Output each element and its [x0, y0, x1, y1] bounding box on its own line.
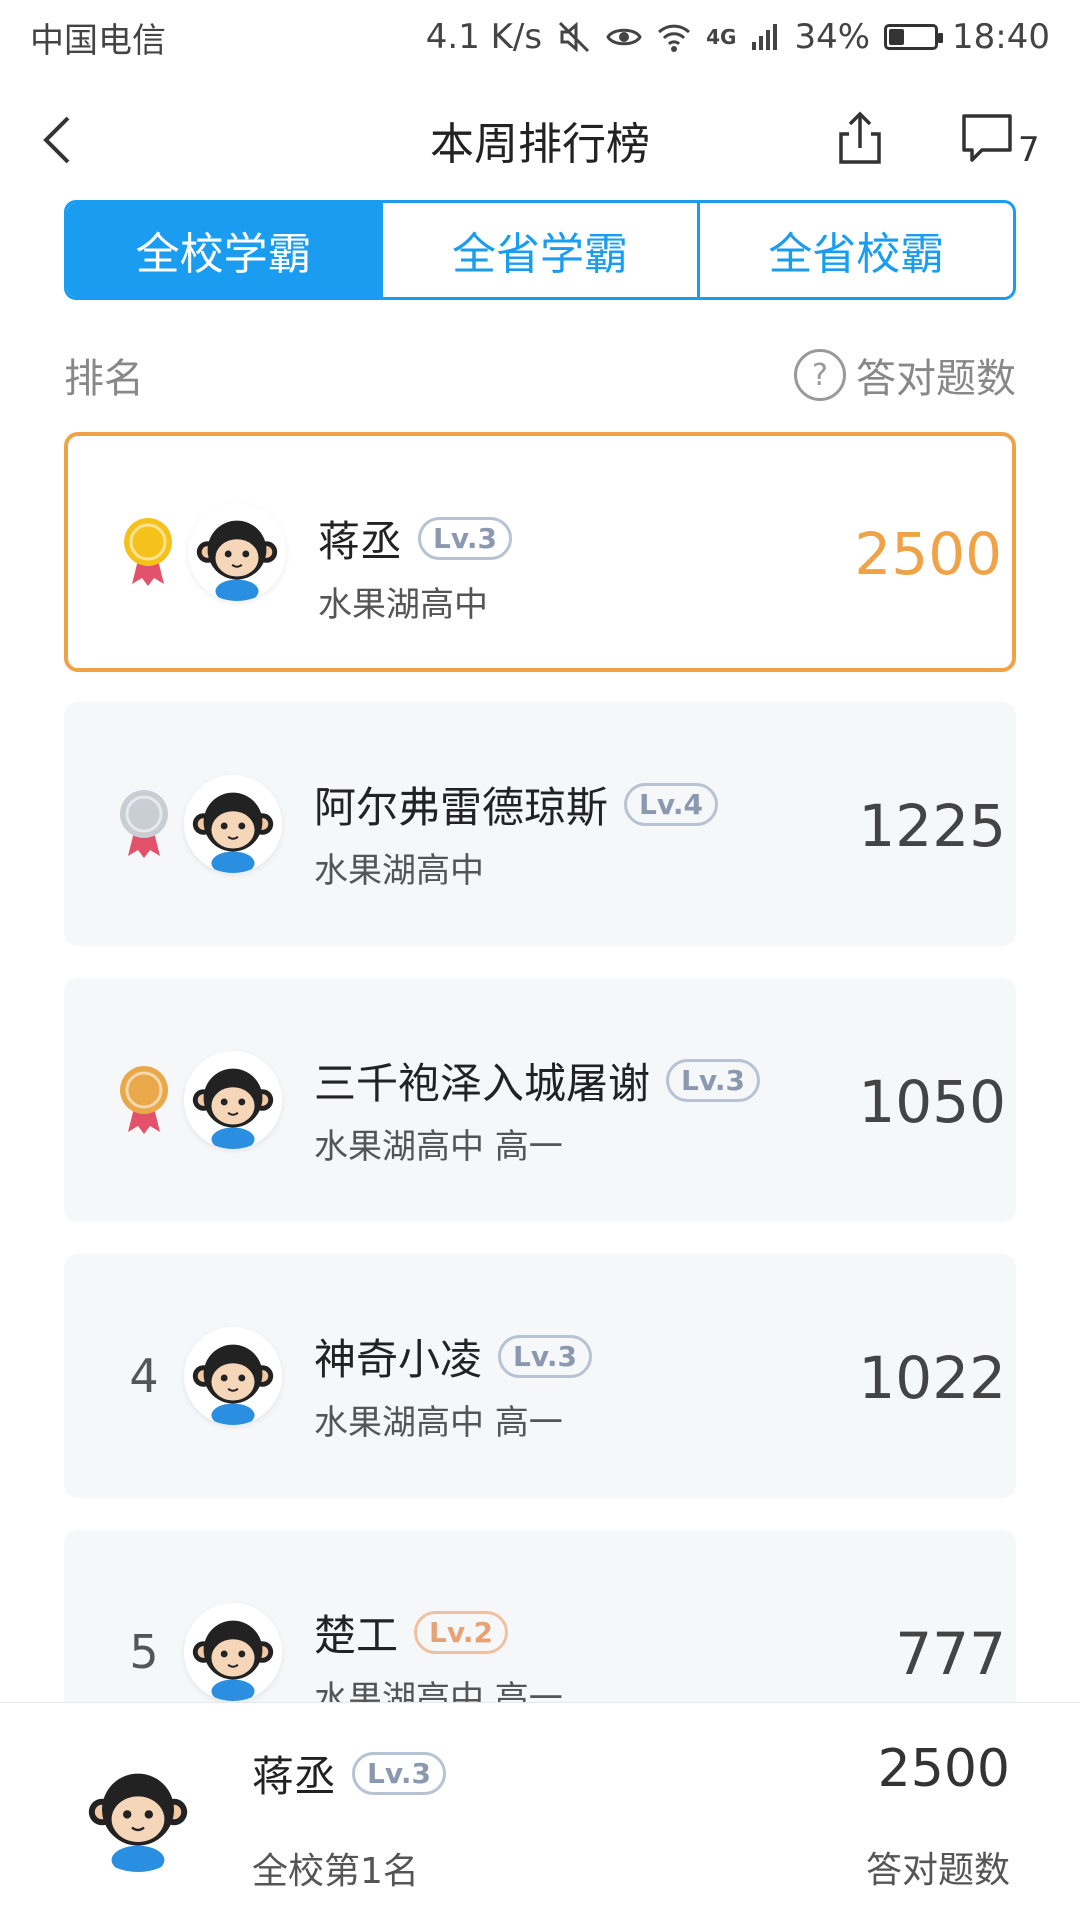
user-score: 1022 — [858, 1344, 1006, 1412]
user-info: 蒋丞 Lv.3 水果湖高中 — [318, 508, 512, 626]
user-name[interactable]: 蒋丞 — [318, 508, 402, 569]
level-badge: Lv.3 — [418, 517, 512, 560]
nav-bar: 本周排行榜 7 — [0, 74, 1080, 200]
level-badge: Lv.2 — [414, 1611, 508, 1654]
score-column-label: 答对题数 — [856, 356, 1016, 402]
user-avatar[interactable] — [188, 503, 286, 601]
tab-province-school[interactable]: 全省校霸 — [696, 203, 1013, 297]
comment-button[interactable]: 7 — [960, 110, 1040, 170]
rank-indicator — [104, 978, 184, 1222]
my-level-badge: Lv.3 — [352, 1752, 446, 1795]
tab-school-top[interactable]: 全校学霸 — [67, 203, 381, 297]
ranking-card[interactable]: 三千袍泽入城屠谢 Lv.3 水果湖高中 高一 1050 — [64, 978, 1016, 1222]
user-avatar[interactable] — [184, 1603, 282, 1701]
ranking-card[interactable]: 蒋丞 Lv.3 水果湖高中 2500 — [64, 432, 1016, 672]
status-indicators: 4.1 K/s 4G 34% 18:40 — [426, 17, 1050, 57]
user-name[interactable]: 三千袍泽入城屠谢 — [314, 1050, 650, 1111]
user-info: 楚工 Lv.2 水果湖高中 高一 — [314, 1602, 563, 1702]
my-score: 2500 — [877, 1739, 1010, 1799]
list-header: 排名 ? 答对题数 — [64, 340, 1016, 410]
user-score: 1225 — [858, 792, 1006, 860]
user-name[interactable]: 神奇小凌 — [314, 1326, 482, 1387]
monkey-avatar-icon — [184, 775, 282, 873]
tab-province-top[interactable]: 全省学霸 — [380, 203, 696, 297]
user-info: 三千袍泽入城屠谢 Lv.3 水果湖高中 高一 — [314, 1050, 760, 1168]
clock: 18:40 — [952, 17, 1050, 57]
monkey-avatar-icon — [184, 1051, 282, 1149]
user-school: 水果湖高中 高一 — [314, 1679, 563, 1702]
battery-icon — [884, 24, 944, 50]
help-icon[interactable]: ? — [794, 349, 846, 401]
user-avatar[interactable] — [184, 1051, 282, 1149]
network-type: 4G — [706, 25, 737, 49]
battery-percent: 34% — [794, 17, 871, 57]
status-bar: 中国电信 4.1 K/s 4G 34% 18:40 — [0, 0, 1080, 74]
comment-count: 7 — [1018, 130, 1040, 170]
my-rank-footer: 蒋丞 Lv.3 全校第1名 2500 答对题数 — [0, 1702, 1080, 1921]
rank-indicator: 5 — [104, 1530, 184, 1702]
user-info: 阿尔弗雷德琼斯 Lv.4 水果湖高中 — [314, 774, 718, 892]
level-badge: Lv.3 — [666, 1059, 760, 1102]
user-info: 神奇小凌 Lv.3 水果湖高中 高一 — [314, 1326, 592, 1444]
user-avatar[interactable] — [184, 775, 282, 873]
rank-indicator — [104, 702, 184, 946]
monkey-avatar-icon — [188, 503, 286, 601]
rank-indicator: 4 — [104, 1254, 184, 1498]
my-rank-text: 全校第1名 — [252, 1851, 419, 1892]
mute-icon — [559, 21, 590, 53]
rank-column-label: 排名 — [64, 356, 144, 402]
user-score: 777 — [895, 1620, 1006, 1688]
rank-number: 4 — [129, 1349, 159, 1403]
rank-indicator — [108, 436, 188, 668]
gold-medal-icon — [124, 518, 172, 586]
monkey-avatar-icon — [78, 1752, 198, 1872]
silver-medal-icon — [120, 790, 168, 858]
ranking-card[interactable]: 5 楚工 Lv.2 水果湖高中 高一 777 — [64, 1530, 1016, 1702]
signal-icon — [752, 24, 778, 50]
comment-icon — [962, 114, 1012, 162]
user-school: 水果湖高中 — [314, 851, 484, 891]
my-name: 蒋丞 — [252, 1752, 337, 1801]
page-title: 本周排行榜 — [430, 119, 650, 170]
carrier-name: 中国电信 — [30, 20, 166, 61]
user-school: 水果湖高中 高一 — [314, 1127, 563, 1167]
share-icon[interactable] — [835, 108, 885, 168]
user-school: 水果湖高中 — [318, 585, 488, 625]
my-score-label: 答对题数 — [865, 1850, 1010, 1891]
score-help[interactable]: ? 答对题数 — [794, 346, 1016, 404]
user-name[interactable]: 阿尔弗雷德琼斯 — [314, 774, 608, 835]
my-avatar — [78, 1752, 198, 1872]
network-speed: 4.1 K/s — [425, 17, 543, 57]
rank-number: 5 — [129, 1625, 159, 1679]
user-avatar[interactable] — [184, 1327, 282, 1425]
user-name[interactable]: 楚工 — [314, 1602, 398, 1663]
user-score: 1050 — [858, 1068, 1006, 1136]
eye-icon — [606, 28, 642, 46]
ranking-tabs: 全校学霸 全省学霸 全省校霸 — [64, 200, 1016, 300]
level-badge: Lv.3 — [498, 1335, 592, 1378]
user-score: 2500 — [854, 520, 1002, 588]
ranking-card[interactable]: 4 神奇小凌 Lv.3 水果湖高中 高一 1022 — [64, 1254, 1016, 1498]
ranking-list: 蒋丞 Lv.3 水果湖高中 2500 阿尔弗雷德琼斯 Lv.4 水果湖高中 12… — [64, 432, 1016, 1702]
user-school: 水果湖高中 高一 — [314, 1403, 563, 1443]
ranking-card[interactable]: 阿尔弗雷德琼斯 Lv.4 水果湖高中 1225 — [64, 702, 1016, 946]
monkey-avatar-icon — [184, 1603, 282, 1701]
bronze-medal-icon — [120, 1066, 168, 1134]
level-badge: Lv.4 — [624, 783, 718, 826]
my-info: 蒋丞 Lv.3 全校第1名 — [252, 1743, 446, 1894]
monkey-avatar-icon — [184, 1327, 282, 1425]
wifi-icon — [658, 24, 691, 52]
